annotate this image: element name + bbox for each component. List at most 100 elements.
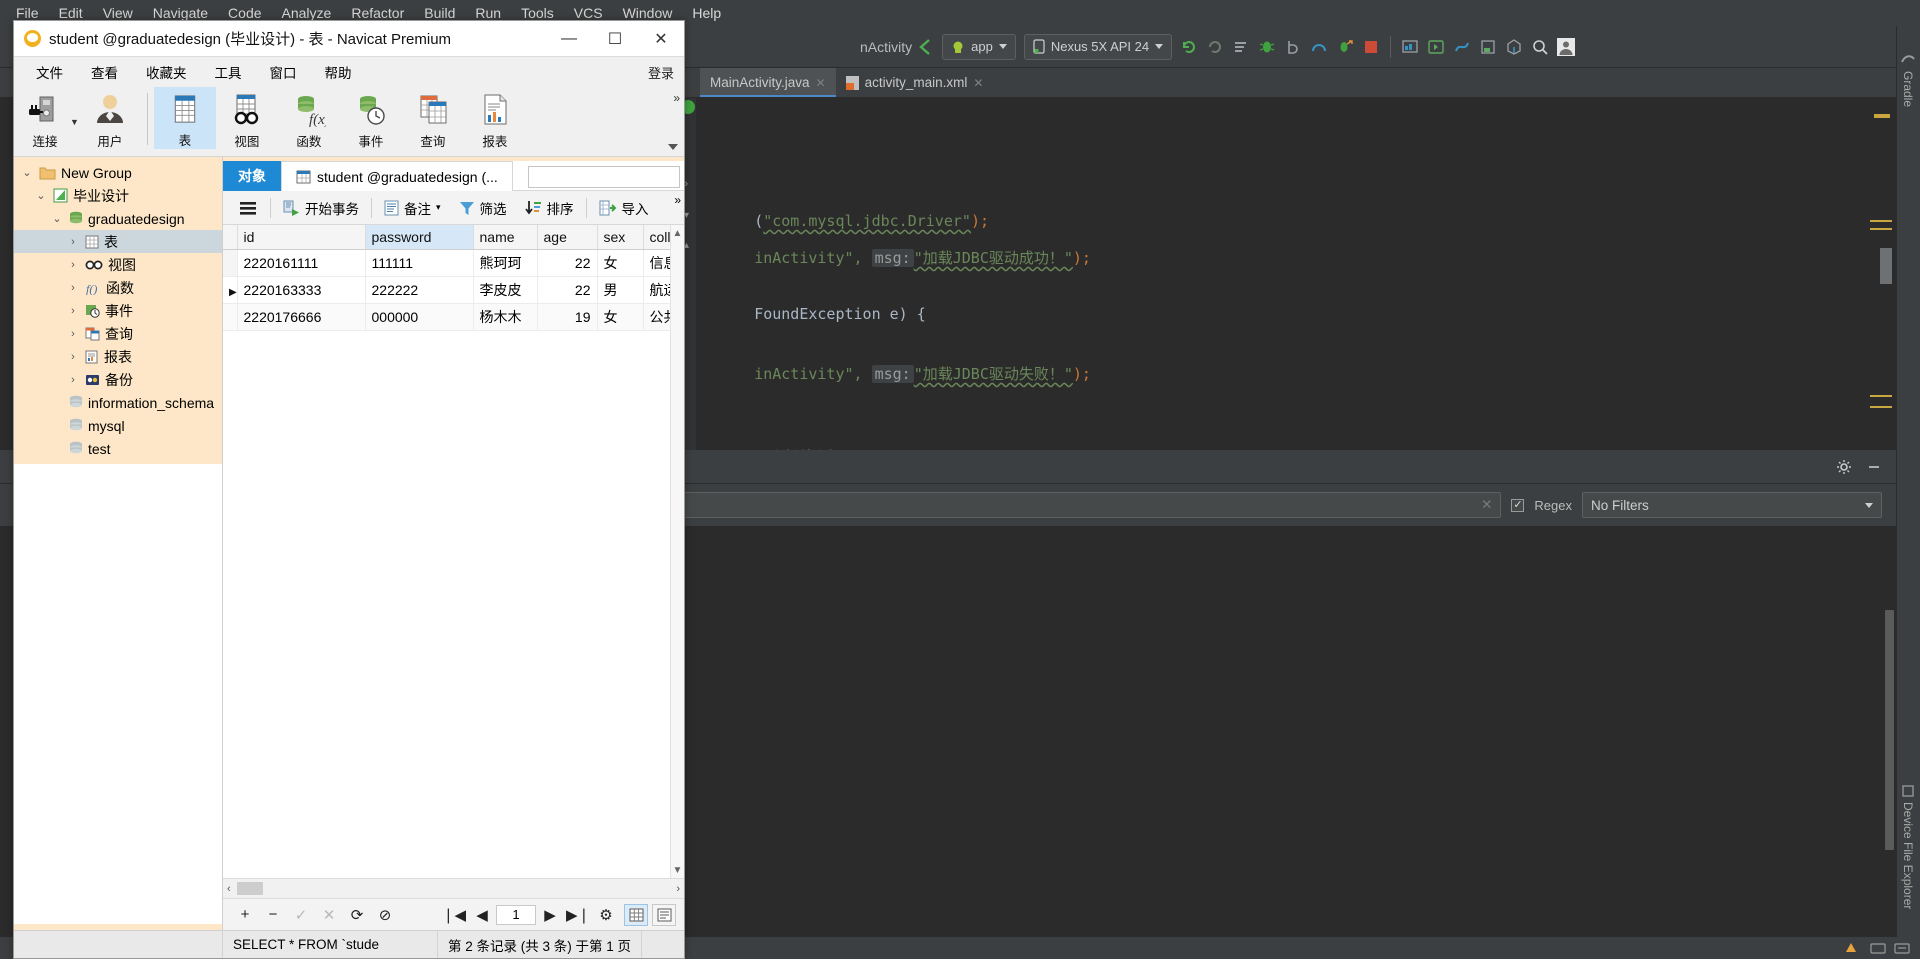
editor-marker-warning[interactable] — [1874, 114, 1890, 118]
menu-item-favorites[interactable]: 收藏夹 — [132, 58, 201, 86]
scroll-right-icon[interactable]: › — [676, 883, 680, 895]
avd-manager-icon[interactable] — [1230, 36, 1252, 58]
grid-vertical-scrollbar[interactable]: ▲ ▼ — [670, 225, 684, 878]
sync-disabled-icon[interactable] — [1204, 36, 1226, 58]
tree-item-tables[interactable]: › 表 — [14, 230, 222, 253]
menu-item-tools[interactable]: 工具 — [201, 58, 256, 86]
tree-item-queries[interactable]: › 查询 — [14, 322, 222, 345]
close-button[interactable]: ✕ — [638, 21, 684, 56]
editor-marker-change[interactable] — [1870, 228, 1892, 230]
grid-horizontal-scrollbar[interactable]: ‹ › — [223, 878, 684, 898]
maximize-button[interactable]: ☐ — [592, 21, 638, 56]
menu-item-view[interactable]: 查看 — [77, 58, 132, 86]
close-icon[interactable]: ✕ — [816, 76, 826, 90]
ribbon-report[interactable]: 报表 — [464, 87, 526, 150]
table-row[interactable]: ▶ 2220163333 222222 李皮皮 22 男 航运经济与管 — [223, 276, 684, 304]
user-avatar[interactable] — [1555, 36, 1577, 58]
chevron-right-icon[interactable]: › — [66, 259, 80, 271]
hscroll-thumb[interactable] — [236, 882, 263, 895]
ribbon-collapse-icon[interactable] — [668, 144, 678, 150]
ribbon-user[interactable]: 用户 — [79, 87, 141, 150]
toolbar-overflow-button[interactable]: » — [674, 193, 681, 207]
sync-gradle-icon[interactable] — [1451, 36, 1473, 58]
tree-item-graduatedesign[interactable]: ⌄ graduatedesign — [14, 207, 222, 230]
apk-analyzer-icon[interactable] — [1503, 36, 1525, 58]
cell-id[interactable]: 2220163333 — [237, 276, 366, 304]
chevron-down-icon[interactable]: ⌄ — [34, 189, 48, 202]
chevron-right-icon[interactable]: › — [66, 328, 80, 340]
minimize-button[interactable]: — — [546, 21, 592, 56]
tool-window-device-file-explorer[interactable]: Device File Explorer — [1897, 775, 1919, 919]
ribbon-function[interactable]: f(x) 函数 — [278, 87, 340, 150]
editor-tab-activity-main-xml[interactable]: activity_main.xml ✕ — [836, 68, 994, 97]
minimize-panel-icon[interactable] — [1866, 459, 1882, 475]
chevron-down-icon[interactable]: ⌄ — [50, 212, 64, 225]
table-row[interactable]: 2220176666 000000 杨木木 19 女 公共管理与人 — [223, 303, 684, 331]
chevron-down-icon[interactable]: ▼ — [70, 117, 79, 127]
editor-marker-change[interactable] — [1870, 220, 1892, 222]
chevron-right-icon[interactable]: › — [66, 236, 80, 248]
note-button[interactable]: 备注 ▾ — [375, 191, 450, 224]
column-header-id[interactable]: id — [237, 225, 366, 250]
chevron-right-icon[interactable]: › — [66, 282, 80, 294]
tree-item-functions[interactable]: › f() 函数 — [14, 276, 222, 299]
editor-scrollbar-thumb[interactable] — [1880, 248, 1892, 284]
navicat-window[interactable]: student @graduatedesign (毕业设计) - 表 - Nav… — [13, 20, 685, 959]
editor-tab-mainactivity[interactable]: MainActivity.java ✕ — [700, 68, 836, 97]
logcat-scrollbar-thumb[interactable] — [1885, 610, 1894, 850]
menu-item-help[interactable]: Help — [682, 2, 731, 24]
cell-sex[interactable]: 女 — [597, 249, 644, 277]
begin-transaction-button[interactable]: 开始事务 — [274, 191, 368, 224]
ribbon-overflow-button[interactable]: » — [673, 91, 680, 105]
back-arrow-icon[interactable] — [914, 36, 936, 58]
scroll-left-icon[interactable]: ‹ — [227, 883, 231, 895]
attach-debugger-icon[interactable] — [1282, 36, 1304, 58]
settings-gear-icon[interactable] — [1836, 459, 1852, 475]
table-row[interactable]: 2220161111 111111 熊珂珂 22 女 信息科学与技 — [223, 249, 684, 277]
search-icon[interactable] — [1529, 36, 1551, 58]
ribbon-table[interactable]: 表 — [153, 87, 216, 149]
cell-password[interactable]: 111111 — [365, 249, 474, 277]
tree-item-new-group[interactable]: ⌄ New Group — [14, 161, 222, 184]
cell-name[interactable]: 李皮皮 — [473, 276, 538, 304]
column-header-age[interactable]: age — [537, 225, 598, 250]
menu-item-file[interactable]: 文件 — [22, 58, 77, 86]
prev-page-button[interactable]: ◀ — [468, 906, 496, 924]
regex-checkbox[interactable]: ✓ — [1511, 498, 1525, 512]
logcat-filter-select[interactable]: No Filters — [1582, 492, 1882, 518]
chevron-right-icon[interactable]: › — [66, 374, 80, 386]
tab-student-table[interactable]: student @graduatedesign (... — [281, 161, 513, 191]
sort-button[interactable]: 排序 — [516, 191, 583, 224]
page-number-input[interactable]: 1 — [496, 904, 536, 925]
chevron-down-icon[interactable]: ▾ — [436, 202, 441, 213]
next-page-button[interactable]: ▶ — [536, 906, 564, 924]
login-link[interactable]: 登录 — [648, 63, 684, 82]
add-record-button[interactable]: + — [231, 906, 259, 923]
cell-age[interactable]: 19 — [537, 303, 598, 331]
editor-marker-change[interactable] — [1870, 406, 1892, 408]
tree-item-test[interactable]: test — [14, 437, 222, 460]
refresh-button[interactable]: ⟳ — [343, 906, 371, 924]
debug-icon[interactable] — [1256, 36, 1278, 58]
chevron-down-icon[interactable]: ⌄ — [20, 166, 34, 179]
notification-icon[interactable] — [1844, 940, 1862, 956]
chevron-right-icon[interactable]: › — [66, 351, 80, 363]
ribbon-query[interactable]: 查询 — [402, 87, 464, 150]
run-with-coverage-icon[interactable] — [1334, 36, 1356, 58]
device-selector[interactable]: Nexus 5X API 24 — [1023, 33, 1173, 60]
object-search-input[interactable] — [528, 166, 680, 188]
form-view-button[interactable] — [652, 903, 676, 926]
clear-icon[interactable]: ✕ — [1481, 497, 1492, 513]
cell-name[interactable]: 熊珂珂 — [473, 249, 538, 277]
connection-tree[interactable]: ⌄ New Group ⌄ 毕业设计 ⌄ graduatedesign › 表 … — [14, 157, 223, 930]
cell-id[interactable]: 2220176666 — [237, 303, 366, 331]
tool-window-gradle[interactable]: Gradle — [1897, 44, 1919, 117]
grid-menu-button[interactable] — [229, 191, 267, 224]
status-icon-a[interactable] — [1870, 941, 1886, 955]
run-configuration-selector[interactable]: app — [942, 33, 1016, 60]
cell-name[interactable]: 杨木木 — [473, 303, 538, 331]
ribbon-view[interactable]: 视图 — [216, 87, 278, 150]
close-icon[interactable]: ✕ — [973, 76, 983, 90]
ribbon-event[interactable]: 事件 — [340, 87, 402, 150]
filter-button[interactable]: 筛选 — [450, 191, 516, 224]
